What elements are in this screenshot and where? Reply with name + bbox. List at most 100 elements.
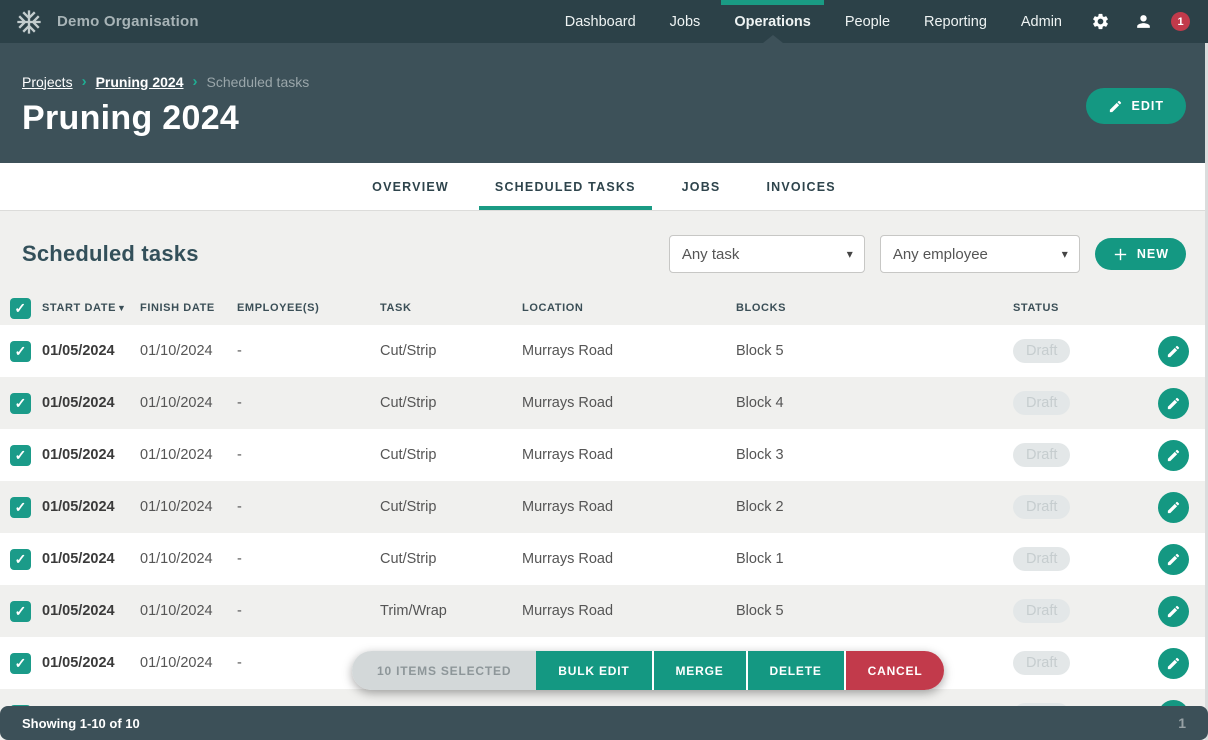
- selected-count-label: 10 ITEMS SELECTED: [352, 651, 536, 690]
- cell-finish-date: 01/10/2024: [140, 551, 237, 567]
- status-badge: Draft: [1013, 547, 1070, 571]
- cell-blocks: Block 5: [736, 603, 1013, 619]
- merge-button[interactable]: MERGE: [652, 651, 746, 690]
- select-all-checkbox[interactable]: ✓: [10, 298, 31, 319]
- cell-finish-date: 01/10/2024: [140, 343, 237, 359]
- cell-task: Trim/Wrap: [380, 603, 522, 619]
- page-title: Pruning 2024: [22, 99, 1186, 138]
- org-logo-snowflake-icon: [14, 7, 44, 37]
- row-edit-button[interactable]: [1158, 596, 1189, 627]
- row-checkbox[interactable]: ✓: [10, 653, 31, 674]
- row-checkbox[interactable]: ✓: [10, 497, 31, 518]
- status-badge: Draft: [1013, 599, 1070, 623]
- user-profile-icon[interactable]: [1122, 0, 1165, 43]
- task-filter-select[interactable]: Any task ▾: [669, 235, 865, 273]
- pencil-icon: [1108, 99, 1123, 114]
- breadcrumb-current: Scheduled tasks: [207, 74, 310, 90]
- row-edit-button[interactable]: [1158, 648, 1189, 679]
- cell-finish-date: 01/10/2024: [140, 499, 237, 515]
- pagination-footer: Showing 1-10 of 10 1: [0, 706, 1208, 740]
- breadcrumb-chevron-icon: ›: [193, 73, 198, 90]
- col-status[interactable]: STATUS: [1013, 302, 1158, 314]
- pencil-icon: [1166, 604, 1181, 619]
- status-badge: Draft: [1013, 495, 1070, 519]
- nav-item-admin[interactable]: Admin: [1004, 0, 1079, 43]
- bulk-action-bar: 10 ITEMS SELECTED BULK EDIT MERGE DELETE…: [352, 651, 944, 690]
- row-edit-button[interactable]: [1158, 544, 1189, 575]
- pencil-icon: [1166, 656, 1181, 671]
- sort-desc-icon: ▼: [117, 303, 127, 313]
- table-row: ✓ 01/05/2024 01/10/2024 - Cut/Strip Murr…: [0, 377, 1208, 429]
- tab-invoices[interactable]: INVOICES: [750, 163, 851, 210]
- page-number[interactable]: 1: [1178, 715, 1186, 731]
- cell-employees: -: [237, 603, 380, 619]
- row-checkbox[interactable]: ✓: [10, 549, 31, 570]
- tab-scheduled-tasks[interactable]: SCHEDULED TASKS: [479, 163, 652, 210]
- check-icon: ✓: [15, 447, 27, 464]
- cell-employees: -: [237, 395, 380, 411]
- filters: Any task ▾ Any employee ▾ NEW: [669, 235, 1186, 273]
- cell-start-date: 01/05/2024: [42, 551, 140, 567]
- col-task[interactable]: TASK: [380, 302, 522, 314]
- tab-overview[interactable]: OVERVIEW: [356, 163, 465, 210]
- cell-employees: -: [237, 447, 380, 463]
- row-checkbox[interactable]: ✓: [10, 393, 31, 414]
- pencil-icon: [1166, 448, 1181, 463]
- new-task-button[interactable]: NEW: [1095, 238, 1186, 270]
- settings-gear-icon[interactable]: [1079, 0, 1122, 43]
- status-badge: Draft: [1013, 339, 1070, 363]
- edit-button-label: EDIT: [1132, 99, 1164, 113]
- delete-button[interactable]: DELETE: [746, 651, 844, 690]
- nav-item-dashboard[interactable]: Dashboard: [548, 0, 653, 43]
- project-hero: Projects › Pruning 2024 › Scheduled task…: [0, 43, 1208, 163]
- caret-down-icon: ▾: [847, 247, 853, 261]
- cell-blocks: Block 1: [736, 551, 1013, 567]
- tab-jobs[interactable]: JOBS: [666, 163, 737, 210]
- row-edit-button[interactable]: [1158, 336, 1189, 367]
- nav-item-reporting[interactable]: Reporting: [907, 0, 1004, 43]
- nav-item-people[interactable]: People: [828, 0, 907, 43]
- col-finish-date[interactable]: FINISH DATE: [140, 302, 237, 314]
- nav-item-operations[interactable]: Operations: [717, 0, 828, 43]
- section-header: Scheduled tasks Any task ▾ Any employee …: [0, 211, 1208, 291]
- pencil-icon: [1166, 344, 1181, 359]
- new-button-label: NEW: [1137, 247, 1169, 261]
- breadcrumb-project[interactable]: Pruning 2024: [96, 74, 184, 90]
- row-edit-button[interactable]: [1158, 492, 1189, 523]
- row-checkbox[interactable]: ✓: [10, 601, 31, 622]
- cell-finish-date: 01/10/2024: [140, 603, 237, 619]
- row-edit-button[interactable]: [1158, 440, 1189, 471]
- row-checkbox[interactable]: ✓: [10, 341, 31, 362]
- cell-employees: -: [237, 499, 380, 515]
- check-icon: ✓: [15, 551, 27, 568]
- cancel-button[interactable]: CANCEL: [844, 651, 945, 690]
- cell-blocks: Block 4: [736, 395, 1013, 411]
- breadcrumb: Projects › Pruning 2024 › Scheduled task…: [22, 73, 1186, 90]
- cell-finish-date: 01/10/2024: [140, 395, 237, 411]
- edit-project-button[interactable]: EDIT: [1086, 88, 1186, 124]
- nav-links: Dashboard Jobs Operations People Reporti…: [548, 0, 1190, 43]
- row-edit-button[interactable]: [1158, 388, 1189, 419]
- cell-location: Murrays Road: [522, 551, 736, 567]
- notification-badge[interactable]: 1: [1171, 12, 1190, 31]
- nav-item-jobs[interactable]: Jobs: [653, 0, 718, 43]
- col-blocks[interactable]: BLOCKS: [736, 302, 1013, 314]
- app-page: Demo Organisation Dashboard Jobs Operati…: [0, 0, 1208, 740]
- row-checkbox[interactable]: ✓: [10, 445, 31, 466]
- cell-location: Murrays Road: [522, 499, 736, 515]
- check-icon: ✓: [15, 499, 27, 516]
- cell-start-date: 01/05/2024: [42, 499, 140, 515]
- table-row: ✓ 01/05/2024 01/10/2024 - Cut/Strip Murr…: [0, 325, 1208, 377]
- pencil-icon: [1166, 500, 1181, 515]
- employee-filter-select[interactable]: Any employee ▾: [880, 235, 1080, 273]
- col-employees[interactable]: EMPLOYEE(S): [237, 302, 380, 314]
- section-title: Scheduled tasks: [22, 241, 199, 267]
- col-start-date[interactable]: START DATE▼: [42, 302, 140, 314]
- check-icon: ✓: [15, 343, 27, 360]
- task-filter-value: Any task: [682, 246, 740, 263]
- top-navbar: Demo Organisation Dashboard Jobs Operati…: [0, 0, 1208, 43]
- bulk-edit-button[interactable]: BULK EDIT: [536, 651, 651, 690]
- col-location[interactable]: LOCATION: [522, 302, 736, 314]
- cell-blocks: Block 5: [736, 343, 1013, 359]
- breadcrumb-projects[interactable]: Projects: [22, 74, 73, 90]
